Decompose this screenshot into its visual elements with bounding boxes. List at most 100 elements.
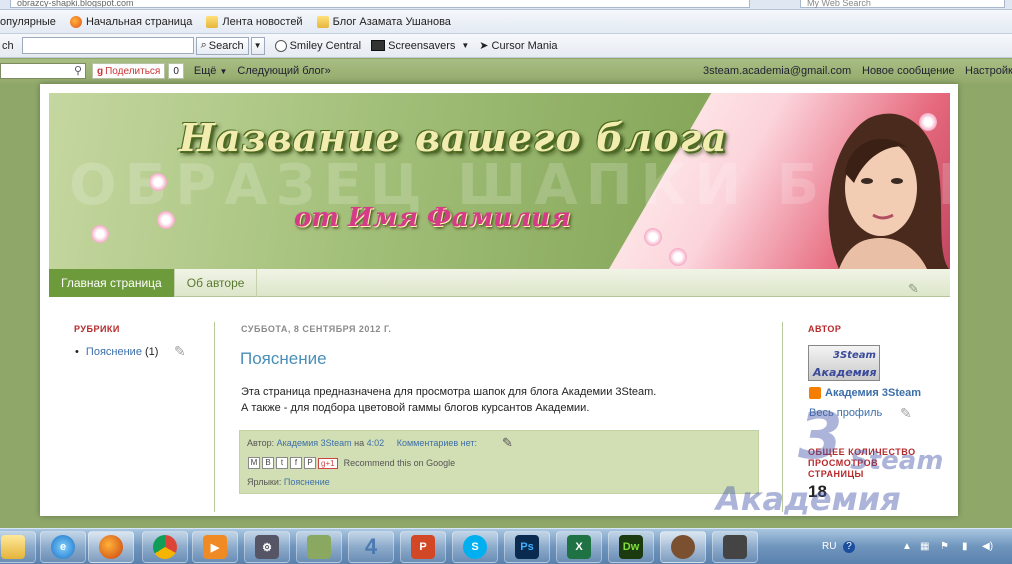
toolbar-search-prefix: ch bbox=[2, 39, 14, 52]
blog-search-input[interactable]: ⚲ bbox=[0, 63, 86, 79]
toolbar-smiley-central[interactable]: Smiley Central bbox=[274, 39, 361, 52]
taskbar-explorer[interactable] bbox=[0, 531, 36, 563]
dreamweaver-icon: Dw bbox=[619, 535, 643, 559]
academy-watermark-text: Академия bbox=[716, 480, 901, 518]
help-icon[interactable]: ? bbox=[843, 541, 855, 553]
tab-about-author[interactable]: Об авторе bbox=[175, 269, 258, 297]
taskbar-excel[interactable]: X bbox=[556, 531, 602, 563]
windows-taskbar: e ▶ ⚙ 4 P S Ps X Dw RU ? ▲ ▦ ⚑ ▮ ◀) bbox=[0, 528, 1012, 564]
next-blog-link[interactable]: Следующий блог» bbox=[237, 65, 330, 77]
academy-watermark-sub: Steam bbox=[850, 446, 944, 476]
blog-title[interactable]: Название вашего блога bbox=[179, 115, 728, 160]
folder-icon bbox=[1, 535, 25, 559]
volume-icon[interactable]: ◀) bbox=[982, 541, 993, 552]
taskbar-powerpoint[interactable]: P bbox=[400, 531, 446, 563]
gplus-icon: g bbox=[97, 65, 104, 77]
page-tabs: Главная страница Об авторе bbox=[49, 269, 950, 297]
woman-portrait-image bbox=[828, 113, 949, 269]
address-bar[interactable]: obrazcy-shapki.blogspot.com bbox=[10, 0, 750, 8]
flower-decoration bbox=[157, 211, 175, 229]
edit-post-icon[interactable]: ✎ bbox=[502, 435, 513, 451]
flag-icon[interactable]: ⚑ bbox=[940, 541, 949, 552]
blogger-icon bbox=[809, 387, 821, 399]
skype-icon: S bbox=[463, 535, 487, 559]
toolbar-search-button[interactable]: ⌕ Search bbox=[195, 36, 249, 55]
search-icon: ⌕ bbox=[200, 39, 207, 51]
language-indicator[interactable]: RU bbox=[822, 541, 836, 552]
edit-widget-icon[interactable]: ✎ bbox=[900, 405, 912, 422]
photoshop-icon: Ps bbox=[515, 535, 539, 559]
account-email[interactable]: 3steam.academia@gmail.com bbox=[703, 65, 851, 77]
taskbar-firefox[interactable] bbox=[88, 531, 134, 563]
blog-header-banner: ОБРАЗЕЦ ШАПКИ БЛОГА Название вашего блог… bbox=[49, 93, 950, 269]
post-date: СУББОТА, 8 СЕНТЯБРЯ 2012 Г. bbox=[241, 324, 392, 334]
edit-widget-icon[interactable]: ✎ bbox=[174, 343, 186, 360]
share-count: 0 bbox=[168, 63, 184, 79]
toolbar-screensavers[interactable]: Screensavers ▼ bbox=[371, 40, 469, 52]
taskbar-photoshop[interactable]: Ps bbox=[504, 531, 550, 563]
taskbar-monkey-app[interactable] bbox=[660, 531, 706, 563]
taskbar-tool[interactable]: ⚙ bbox=[244, 531, 290, 563]
tool-icon: ⚙ bbox=[255, 535, 279, 559]
category-link[interactable]: Пояснение bbox=[86, 346, 142, 358]
email-share-icon[interactable]: M bbox=[248, 457, 260, 469]
signal-icon[interactable]: ▮ bbox=[962, 541, 968, 552]
facebook-share-icon[interactable]: f bbox=[290, 457, 302, 469]
blogthis-icon[interactable]: B bbox=[262, 457, 274, 469]
share-button[interactable]: g Поделиться bbox=[92, 63, 166, 79]
bookmark-ushanov-blog[interactable]: Блог Азамата Ушанова bbox=[316, 15, 451, 28]
bookmark-popular[interactable]: опулярные bbox=[0, 16, 56, 28]
new-post-link[interactable]: Новое сообщение bbox=[862, 65, 955, 77]
taskbar-media-player[interactable]: ▶ bbox=[192, 531, 238, 563]
cursor-icon: ➤ bbox=[479, 40, 489, 52]
bookmark-home-page[interactable]: Начальная страница bbox=[69, 15, 192, 28]
tray-chevron-icon[interactable]: ▲ bbox=[902, 541, 912, 552]
taskbar-dreamweaver[interactable]: Dw bbox=[608, 531, 654, 563]
search-toolbar: ch ⌕ Search ▼ Smiley Central Screensavers… bbox=[0, 34, 1012, 58]
scanner-icon bbox=[307, 535, 331, 559]
powerpoint-icon: P bbox=[411, 535, 435, 559]
column-divider bbox=[214, 322, 215, 512]
edit-icon[interactable]: ✎ bbox=[908, 281, 919, 297]
taskbar-app-4[interactable]: 4 bbox=[348, 531, 394, 563]
flower-decoration bbox=[669, 248, 687, 266]
folder-icon bbox=[206, 15, 219, 28]
blog-subtitle: от Имя Фамилия bbox=[294, 203, 571, 233]
gplus-one-button[interactable]: g+1 bbox=[318, 457, 338, 469]
profile-name-link[interactable]: Академия 3Steam bbox=[825, 387, 921, 399]
post-time-link[interactable]: 4:02 bbox=[367, 438, 385, 448]
toolbar-cursor-mania[interactable]: ➤ Cursor Mania bbox=[479, 39, 557, 53]
chevron-down-icon: ▼ bbox=[461, 41, 470, 50]
recommend-google-text: Recommend this on Google bbox=[343, 458, 456, 468]
toolbar-search-input[interactable] bbox=[21, 37, 194, 54]
author-avatar[interactable]: 3Steam Академия bbox=[808, 345, 880, 381]
internet-explorer-icon: e bbox=[51, 535, 75, 559]
comments-link[interactable]: Комментариев нет: bbox=[397, 438, 477, 448]
taskbar-scanner[interactable] bbox=[296, 531, 342, 563]
taskbar-ie[interactable]: e bbox=[40, 531, 86, 563]
chrome-icon bbox=[153, 535, 177, 559]
more-menu[interactable]: Ещё ▼ bbox=[194, 65, 228, 77]
taskbar-camera[interactable] bbox=[712, 531, 758, 563]
label-link[interactable]: Пояснение bbox=[284, 477, 330, 487]
post-title[interactable]: Пояснение bbox=[240, 349, 327, 369]
bookmarks-bar: опулярные Начальная страница Лента новос… bbox=[0, 10, 1012, 34]
settings-link[interactable]: Настройк bbox=[965, 65, 1012, 77]
search-icon: ⚲ bbox=[73, 65, 82, 77]
taskbar-skype[interactable]: S bbox=[452, 531, 498, 563]
post-labels-line: Ярлыки: Пояснение bbox=[247, 477, 330, 487]
tab-home[interactable]: Главная страница bbox=[49, 269, 175, 297]
browser-search-box[interactable]: My Web Search bbox=[800, 0, 1005, 8]
bookmark-news-feed[interactable]: Лента новостей bbox=[206, 15, 303, 28]
twitter-share-icon[interactable]: t bbox=[276, 457, 288, 469]
avatar-logo-text: 3Steam bbox=[833, 350, 876, 361]
author-link[interactable]: Академия 3Steam bbox=[277, 438, 352, 448]
pinterest-share-icon[interactable]: P bbox=[304, 457, 316, 469]
chevron-down-icon: ▼ bbox=[253, 41, 262, 50]
post-author-line: Автор: Академия 3Steam на 4:02 Комментар… bbox=[247, 438, 477, 448]
taskbar-chrome[interactable] bbox=[142, 531, 188, 563]
media-player-icon: ▶ bbox=[203, 535, 227, 559]
network-icon[interactable]: ▦ bbox=[920, 541, 929, 552]
firefox-icon bbox=[99, 535, 123, 559]
toolbar-search-dropdown[interactable]: ▼ bbox=[250, 36, 265, 55]
